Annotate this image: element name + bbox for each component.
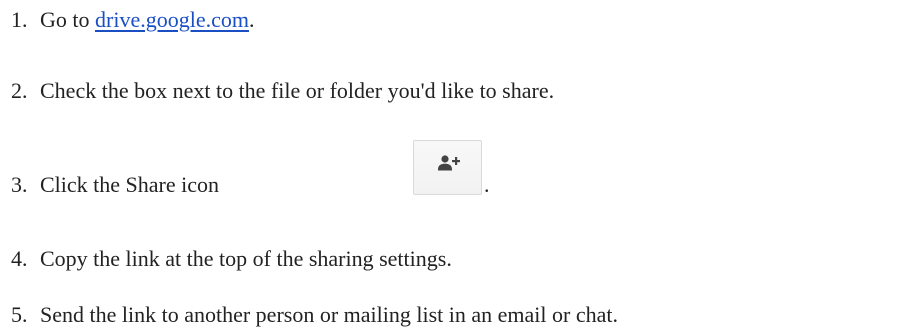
share-button[interactable] [413,140,482,195]
step-text: Go to [40,7,95,32]
step-text: Click the Share icon [40,172,220,197]
step-number: 1. [11,7,28,32]
step-text: Send the link to another person or maili… [40,302,618,327]
step-2: 2. Check the box next to the file or fold… [11,76,554,106]
step-number: 3. [11,172,28,197]
instructions-list: 1. Go to drive.google.com. 2. Check the bo… [0,0,897,335]
step-text: Check the box next to the file or folder… [40,78,555,103]
step-suffix: . [484,172,490,197]
step-4: 4. Copy the link at the top of the sharin… [11,244,452,274]
step-5: 5. Send the link to another person or mai… [11,300,618,330]
add-person-icon [438,155,460,171]
step-3: 3. Click the Share icon [11,170,219,200]
step-number: 5. [11,302,28,327]
step-suffix: . [248,7,255,32]
step-number: 4. [11,246,28,271]
drive-link[interactable]: drive.google.com [95,7,249,32]
step-text: Copy the link at the top of the sharing … [40,246,452,271]
step-1: 1. Go to drive.google.com. [11,5,254,35]
step-number: 2. [11,78,28,103]
